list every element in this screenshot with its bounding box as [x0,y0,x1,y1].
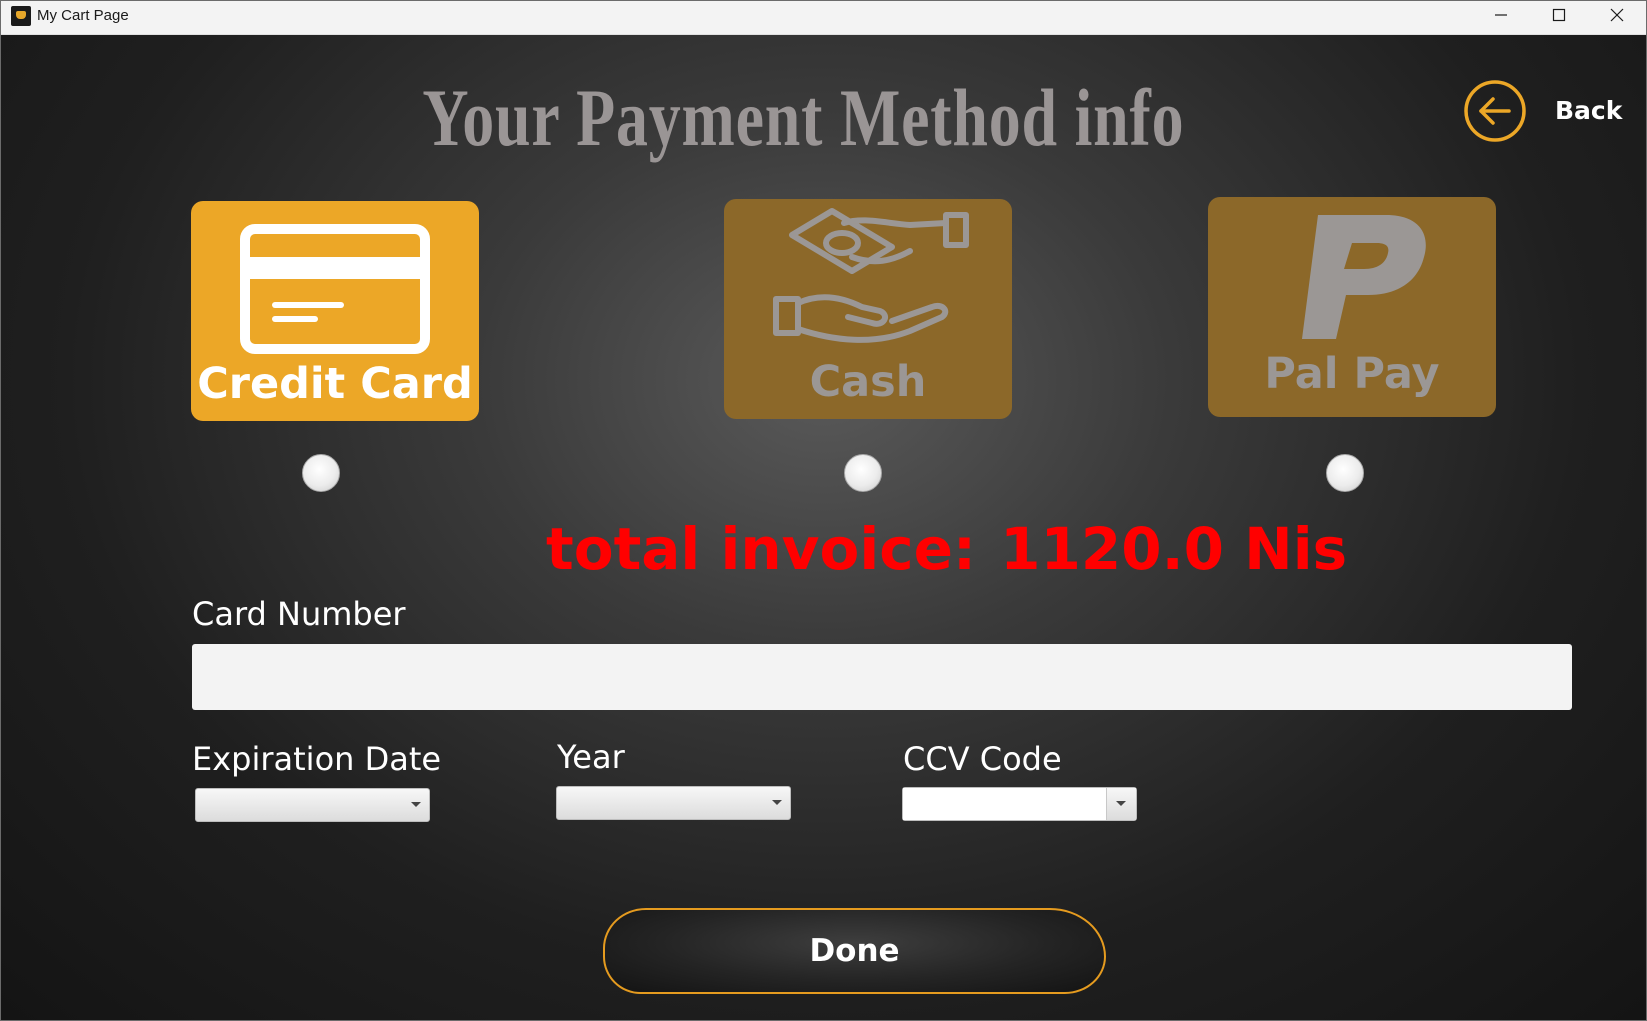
done-button[interactable]: Done [603,908,1106,994]
app-logo-icon [11,6,31,26]
chevron-down-icon [1116,801,1126,806]
app-window: My Cart Page Your Payment Method info Ba… [0,0,1647,1021]
close-icon [1610,8,1624,22]
paypal-option[interactable]: Pal Pay [1208,197,1496,417]
minimize-button[interactable] [1472,1,1530,29]
paypal-p-icon [1302,215,1426,339]
cash-option[interactable]: Cash [724,199,1012,419]
invoice-label: total invoice: [546,515,977,583]
credit-card-option[interactable]: Credit Card [191,201,479,421]
year-label: Year [557,738,625,776]
card-number-label: Card Number [192,595,406,633]
minimize-icon [1495,14,1507,16]
cash-label: Cash [809,357,927,407]
credit-card-radio[interactable] [302,454,340,492]
window-title: My Cart Page [37,7,129,24]
maximize-button[interactable] [1530,1,1588,29]
ccv-code-combo[interactable] [902,787,1137,821]
arrow-left-circle-icon [1464,80,1526,142]
paypal-label: Pal Pay [1264,349,1440,399]
cash-hand-icon [773,208,969,343]
ccv-code-input[interactable] [903,788,1107,820]
credit-card-label: Credit Card [197,359,473,409]
payment-page: Your Payment Method info Back Credit Car… [1,35,1646,1020]
close-button[interactable] [1588,1,1646,29]
credit-card-icon [240,224,430,354]
back-button[interactable]: Back [1463,79,1623,143]
title-bar: My Cart Page [1,1,1646,35]
year-select[interactable] [556,786,791,820]
chevron-down-icon [411,802,421,807]
invoice-amount: 1120.0 Nis [1000,515,1348,583]
back-label: Back [1555,96,1623,125]
page-title: Your Payment Method info [422,72,1185,163]
invoice-total: total invoice: 1120.0 Nis [546,515,1347,583]
maximize-icon [1552,8,1566,22]
cash-radio[interactable] [844,454,882,492]
paypal-radio[interactable] [1326,454,1364,492]
chevron-down-icon [772,800,782,805]
expiration-date-label: Expiration Date [192,740,442,778]
ccv-code-label: CCV Code [903,740,1062,778]
expiration-date-select[interactable] [195,788,430,822]
card-number-input[interactable] [192,644,1572,710]
